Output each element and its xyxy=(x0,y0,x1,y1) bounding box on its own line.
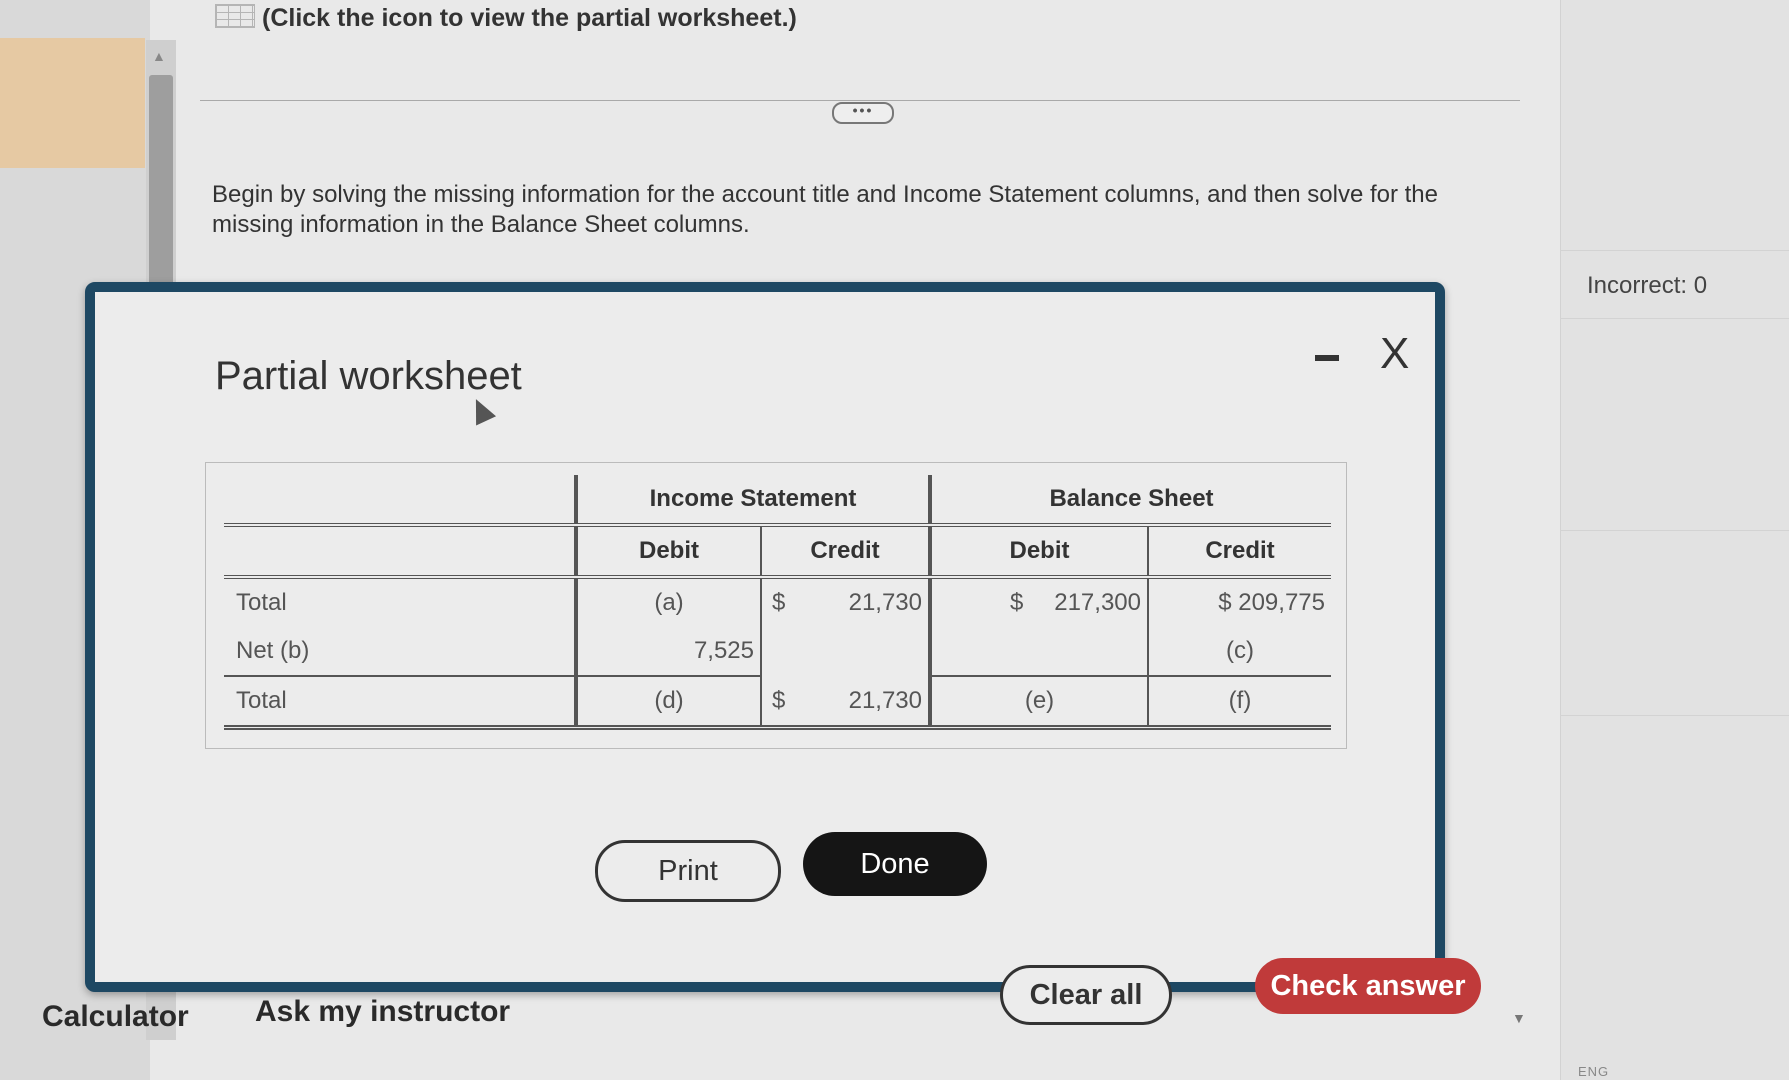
row-label: Total xyxy=(236,589,287,616)
right-divider xyxy=(1560,530,1789,531)
divider xyxy=(200,100,1520,101)
worksheet-table-container: Income Statement Balance Sheet Debit Cre… xyxy=(205,462,1347,749)
is-credit-cell: $21,730 xyxy=(760,676,930,730)
is-debit-cell: (a) xyxy=(574,577,761,627)
income-statement-header: Income Statement xyxy=(574,475,930,527)
dollar-sign: $ xyxy=(1010,589,1024,616)
cursor-icon xyxy=(465,394,497,426)
right-divider xyxy=(1560,318,1789,319)
dollar-sign: $ xyxy=(772,589,786,616)
bs-credit-cell: $ 209,775 xyxy=(1147,577,1331,627)
print-button[interactable]: Print xyxy=(595,840,781,902)
is-credit-cell: $21,730 xyxy=(760,577,930,627)
amount: 21,730 xyxy=(848,589,922,616)
worksheet-grid-icon[interactable] xyxy=(215,4,255,28)
balance-sheet-header: Balance Sheet xyxy=(928,475,1331,527)
bs-debit-cell: $217,300 xyxy=(928,577,1148,627)
dollar-sign: $ xyxy=(772,686,786,714)
clear-all-button[interactable]: Clear all xyxy=(1000,965,1172,1025)
partial-worksheet-modal: Partial worksheet X Income Statement Bal… xyxy=(85,282,1445,992)
title-header xyxy=(224,475,576,527)
row-label: Total xyxy=(224,676,576,730)
worksheet-link[interactable]: (Click the icon to view the partial work… xyxy=(262,4,797,33)
amount: 217,300 xyxy=(1054,589,1141,616)
table-row: Total (a) $21,730 $217,300 $ 209,775 xyxy=(224,577,1331,627)
bs-debit-cell xyxy=(928,627,1148,677)
row-label: Net (b) xyxy=(224,627,576,677)
incorrect-count: Incorrect: 0 xyxy=(1587,272,1708,299)
right-panel xyxy=(1560,0,1789,1080)
bs-debit-header: Debit xyxy=(928,525,1148,579)
close-icon[interactable]: X xyxy=(1380,332,1409,376)
ask-instructor-link[interactable]: Ask my instructor xyxy=(255,995,510,1029)
scroll-up-icon[interactable]: ▲ xyxy=(152,48,166,64)
table-row: Net (b) 7,525 (c) xyxy=(224,627,1331,677)
is-debit-header: Debit xyxy=(574,525,761,579)
instruction-text: Begin by solving the missing information… xyxy=(212,181,1439,238)
bs-debit-cell: (e) xyxy=(928,676,1148,730)
amount: 21,730 xyxy=(848,686,922,714)
modal-title: Partial worksheet xyxy=(215,354,522,398)
title-subheader xyxy=(224,525,576,579)
language-indicator: ENG xyxy=(1578,1064,1610,1079)
is-debit-cell: 7,525 xyxy=(574,627,761,677)
scrollbar-thumb[interactable] xyxy=(149,75,173,285)
right-divider xyxy=(1560,250,1789,251)
minimize-icon[interactable] xyxy=(1315,355,1339,361)
right-divider xyxy=(1560,715,1789,716)
bs-credit-cell: (c) xyxy=(1147,627,1331,677)
bs-credit-cell: (f) xyxy=(1147,676,1331,730)
calculator-link[interactable]: Calculator xyxy=(42,1000,189,1034)
is-credit-cell xyxy=(760,627,930,676)
left-tab[interactable] xyxy=(0,38,145,168)
bs-credit-header: Credit xyxy=(1147,525,1331,579)
is-debit-cell: (d) xyxy=(574,676,761,730)
more-button[interactable]: ••• xyxy=(832,102,894,124)
table-row: Total (d) $21,730 (e) (f) xyxy=(224,676,1331,730)
check-answer-button[interactable]: Check answer xyxy=(1255,958,1481,1014)
is-credit-header: Credit xyxy=(760,525,930,579)
done-button[interactable]: Done xyxy=(803,832,987,896)
scroll-down-icon[interactable]: ▼ xyxy=(1512,1010,1526,1026)
worksheet-table: Income Statement Balance Sheet Debit Cre… xyxy=(224,475,1331,730)
